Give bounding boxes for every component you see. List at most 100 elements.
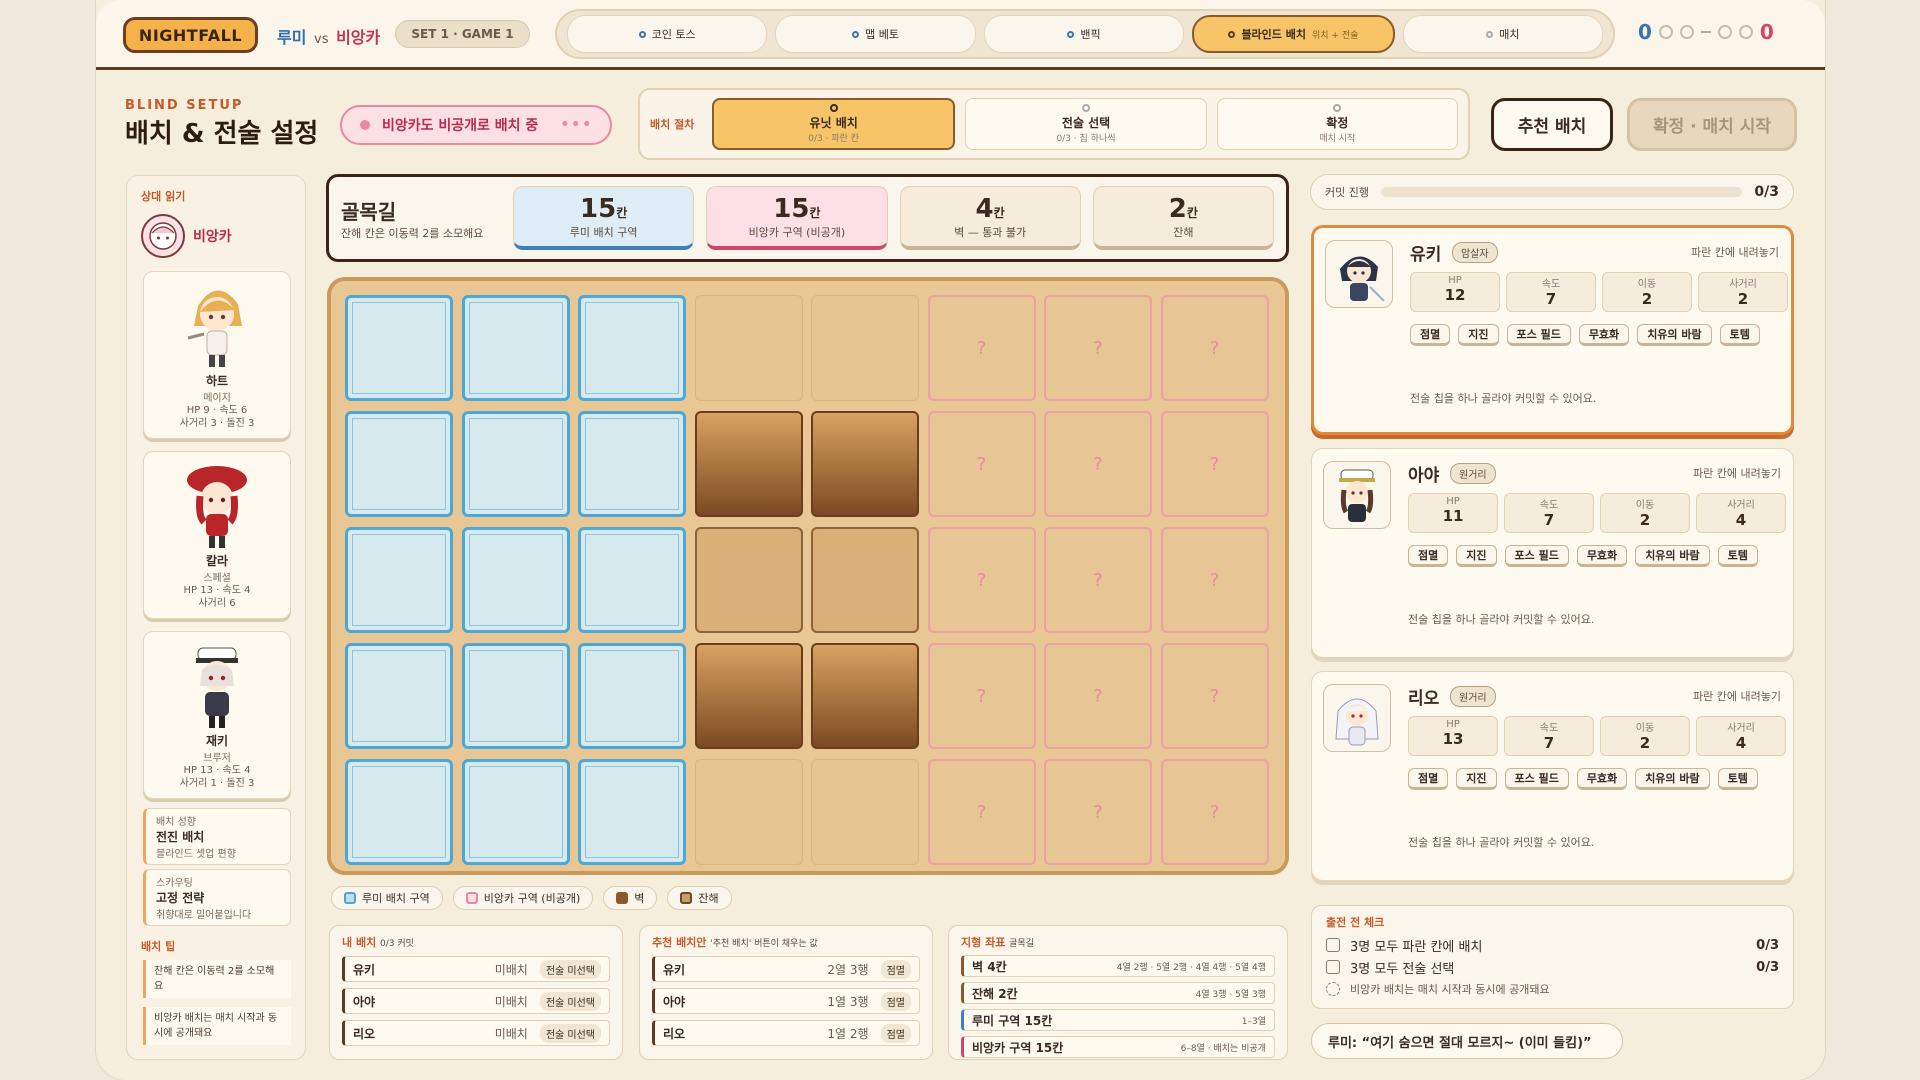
enemy-card-hart[interactable]: 하트 메이지 HP 9 · 속도 6 사거리 3 · 돌진 3	[143, 271, 291, 439]
tactic-chips: 점멸 지진 포스 필드 무효화 치유의 바람 토템	[1408, 545, 1788, 567]
tactic-chip[interactable]: 포스 필드	[1504, 768, 1569, 790]
rumi-zone-cell[interactable]	[345, 643, 453, 749]
stat-key: 이동	[1635, 500, 1655, 511]
phase-ban-pick[interactable]: 밴픽	[983, 15, 1185, 53]
stat-key: 이동	[1637, 279, 1657, 290]
enemy-card-kala[interactable]: 칼라 스페셜 HP 13 · 속도 4 사거리 6	[143, 451, 291, 619]
unit-pos: 1열 3행	[827, 994, 869, 1009]
rumi-zone-cell[interactable]	[578, 643, 686, 749]
bianca-zone-cell: ?	[1160, 411, 1269, 517]
unit-portrait[interactable]	[1323, 684, 1391, 752]
recommend-button[interactable]: 추천 배치	[1491, 98, 1613, 151]
stat-value: 2	[1641, 290, 1653, 308]
step-tactic-select[interactable]: 전술 선택 0/3 · 칩 하나씩	[965, 98, 1207, 150]
rumi-zone-cell[interactable]	[578, 527, 686, 633]
tactic-chip[interactable]: 치유의 바람	[1637, 324, 1712, 346]
page-title: 배치 & 전술 설정	[125, 119, 319, 149]
setup-row[interactable]: 아야 미배치 전술 미선택	[342, 988, 610, 1014]
step-sub: 매치 시작	[1319, 134, 1356, 144]
tactic-chip[interactable]: 점멸	[1408, 545, 1449, 567]
phase-sub: 위치 + 전술	[1312, 30, 1359, 41]
tactic-note: 전술 칩을 하나 골라야 커밋할 수 있어요.	[1410, 392, 1597, 405]
phase-label: 매치	[1499, 28, 1520, 41]
tactic-chip[interactable]: 포스 필드	[1504, 545, 1569, 567]
unit-pos: 미배치	[494, 962, 528, 977]
rumi-zone-cell[interactable]	[345, 759, 453, 865]
rumi-zone-cell[interactable]	[461, 411, 570, 517]
stat-unit: 칸	[616, 205, 628, 220]
tactic-chip[interactable]: 토템	[1717, 545, 1758, 567]
stat-value: 4	[975, 193, 994, 224]
stat-move: 이동 2	[1600, 716, 1690, 756]
terrain-row: 벽 4칸 4열 2행 · 5열 2행 · 4열 4행 · 5열 4행	[961, 955, 1275, 977]
enemy-card-jacky[interactable]: 재키 브루저 HP 13 · 속도 4 사거리 1 · 돌진 3	[143, 631, 291, 799]
tactic-chip[interactable]: 지진	[1456, 545, 1497, 567]
stat-speed: 속도 7	[1506, 272, 1596, 312]
rumi-zone-cell[interactable]	[578, 295, 686, 401]
terrain-name: 루미 구역 15칸	[972, 1013, 1053, 1028]
stat-value: 15	[773, 193, 810, 224]
phase-match[interactable]: 매치	[1402, 15, 1604, 53]
tactic-chip[interactable]: 무효화	[1576, 545, 1628, 567]
phase-blind-setup[interactable]: 블라인드 배치 위치 + 전술	[1192, 15, 1395, 53]
tactic-tag: 점멸	[880, 959, 911, 979]
rumi-zone-cell[interactable]	[461, 527, 570, 633]
rumi-zone-cell[interactable]	[461, 759, 570, 865]
tactic-chip[interactable]: 지진	[1458, 324, 1499, 346]
stat-unit: 칸	[1186, 205, 1198, 220]
enemy-portrait	[180, 636, 254, 732]
unit-role-badge: 원거리	[1450, 686, 1496, 707]
drop-hint: 파란 칸에 내려놓기	[1693, 690, 1781, 703]
tactic-chip[interactable]: 토템	[1719, 324, 1760, 346]
tactic-chip[interactable]: 포스 필드	[1506, 324, 1571, 346]
tactic-chip[interactable]: 점멸	[1408, 768, 1449, 790]
rumi-zone-cell[interactable]	[345, 527, 453, 633]
enemy-portrait	[180, 456, 254, 552]
unit-card[interactable]: 아야 원거리 파란 칸에 내려놓기 HP 11 속도 7 이동 2 사거리 4 점멸 지진…	[1311, 448, 1794, 658]
rumi-zone-cell[interactable]	[461, 643, 570, 749]
stat-value: 7	[1543, 734, 1555, 752]
phase-coin-toss[interactable]: 코인 토스	[567, 15, 768, 53]
rumi-zone-cell[interactable]	[461, 295, 570, 401]
terrain-value: 6–8열 · 배치는 비공개	[1180, 1043, 1266, 1054]
tactic-chip[interactable]: 토템	[1717, 768, 1758, 790]
setup-row[interactable]: 유키 미배치 전술 미선택	[342, 956, 610, 982]
note-desc: 취향대로 밀어붙입니다	[156, 910, 252, 921]
unit-card[interactable]: 유키 암살자 파란 칸에 내려놓기 HP 12 속도 7 이동 2 사거리 2 점멸 지진…	[1311, 225, 1794, 435]
bianca-zone-cell: ?	[927, 527, 1036, 633]
tactic-chip[interactable]: 치유의 바람	[1635, 545, 1710, 567]
step-sub: 0/3 · 파란 칸	[808, 134, 860, 144]
confirm-start-button[interactable]: 확정 · 매치 시작	[1627, 98, 1797, 151]
unit-portrait[interactable]	[1323, 461, 1391, 529]
stat-key: HP	[1446, 496, 1460, 507]
tactic-chip[interactable]: 무효화	[1578, 324, 1630, 346]
terrain-row: 잔해 2칸 4열 3행 · 5열 3행	[961, 982, 1275, 1004]
setup-row[interactable]: 리오 미배치 전술 미선택	[342, 1020, 610, 1046]
unit-portrait[interactable]	[1325, 240, 1393, 308]
step-unit-placement[interactable]: 유닛 배치 0/3 · 파란 칸	[712, 98, 956, 150]
phase-map-veto[interactable]: 맵 베토	[775, 15, 976, 53]
tactic-chip[interactable]: 지진	[1456, 768, 1497, 790]
rumi-zone-cell[interactable]	[578, 411, 686, 517]
tactic-tag: 전술 미선택	[539, 991, 601, 1011]
unit-card[interactable]: 리오 원거리 파란 칸에 내려놓기 HP 13 속도 7 이동 2 사거리 4 점멸 지진…	[1311, 671, 1794, 881]
panel-heading: 추천 배치안	[652, 936, 707, 949]
step-confirm[interactable]: 확정 매치 시작	[1216, 98, 1458, 150]
steps-label: 배치 절차	[650, 118, 695, 131]
stat-label: 벽 — 통과 불가	[954, 225, 1027, 239]
note-label: 스카우팅	[156, 878, 193, 889]
stat-hp: HP 12	[1410, 272, 1500, 312]
bianca-zone-cell: ?	[1044, 759, 1152, 865]
map-desc: 잔해 칸은 이동력 2를 소모해요	[341, 226, 484, 240]
tactic-chip[interactable]: 점멸	[1410, 324, 1451, 346]
game-logo: NIGHTFALL	[123, 17, 258, 53]
rumi-zone-cell[interactable]	[578, 759, 686, 865]
rumi-zone-cell[interactable]	[345, 295, 453, 401]
board-legend: 루미 배치 구역 비앙카 구역 (비공개) 벽 잔해	[331, 886, 732, 910]
rumi-zone-cell[interactable]	[345, 411, 453, 517]
stat-range: 사거리 4	[1696, 716, 1786, 756]
tactic-chip[interactable]: 무효화	[1576, 768, 1628, 790]
phase-label: 블라인드 배치	[1241, 28, 1306, 41]
wall-cell	[811, 643, 919, 749]
tactic-chip[interactable]: 치유의 바람	[1635, 768, 1710, 790]
